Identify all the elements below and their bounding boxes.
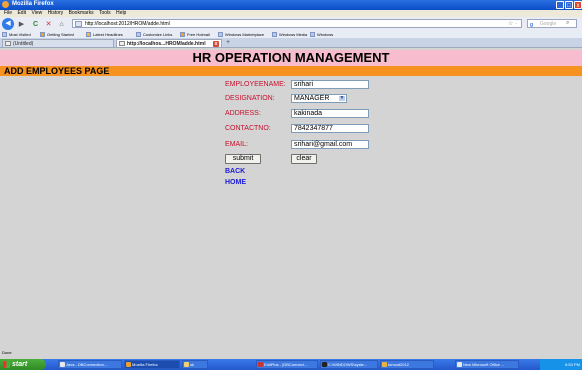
status-text: Done xyxy=(2,350,12,355)
bookmark-star-icon[interactable]: ☆ · xyxy=(508,20,517,27)
bookmark-item[interactable]: Getting Started xyxy=(40,31,74,38)
windows-logo-icon xyxy=(3,361,10,368)
submit-button[interactable]: submit xyxy=(225,154,261,164)
tab-adde-page[interactable]: http://localhos...HROM/adde.html x xyxy=(116,39,222,47)
clear-button[interactable]: clear xyxy=(291,154,317,164)
forward-arrow-icon[interactable]: ▶ xyxy=(17,20,26,29)
back-arrow-icon[interactable]: ◀ xyxy=(2,18,14,30)
menu-history[interactable]: History xyxy=(48,10,64,17)
menu-edit[interactable]: Edit xyxy=(17,10,26,17)
page-icon xyxy=(136,32,141,37)
menu-bar: File Edit View History Bookmarks Tools H… xyxy=(0,10,582,17)
reload-icon[interactable]: C xyxy=(31,20,40,29)
menu-help[interactable]: Help xyxy=(116,10,126,17)
office-icon xyxy=(457,362,462,367)
taskbar-item[interactable]: sk xyxy=(182,360,208,369)
page-icon xyxy=(310,32,315,37)
menu-bookmarks[interactable]: Bookmarks xyxy=(69,10,94,17)
navigation-toolbar: ◀ ▶ C ✕ ⌂ http://localhost:2012/HROM/add… xyxy=(0,17,582,32)
console-icon xyxy=(322,362,327,367)
address-label: ADDRESS: xyxy=(225,110,261,117)
contactno-field[interactable]: 7842347877 xyxy=(291,124,369,133)
hotmail-icon xyxy=(180,32,185,37)
back-link[interactable]: BACK xyxy=(225,168,245,175)
address-field[interactable]: kakinada xyxy=(291,109,369,118)
url-bar[interactable]: http://localhost:2012/HROM/adde.html xyxy=(72,19,522,28)
designation-label: DESIGNATION: xyxy=(225,95,275,102)
menu-view[interactable]: View xyxy=(31,10,42,17)
bookmarks-toolbar: Most Visited Getting Started Latest Head… xyxy=(0,31,582,38)
firefox-icon xyxy=(126,362,131,367)
bookmark-item[interactable]: Most Visited xyxy=(2,31,31,38)
menu-file[interactable]: File xyxy=(4,10,12,17)
page-icon xyxy=(5,41,11,46)
bookmark-item[interactable]: Windows Media xyxy=(272,31,307,38)
tomcat-icon xyxy=(382,362,387,367)
bookmark-item[interactable]: Customize Links xyxy=(136,31,172,38)
designation-select[interactable]: MANAGER ▼ xyxy=(291,94,347,103)
bookmark-icon xyxy=(2,32,7,37)
app-icon xyxy=(60,362,65,367)
page-subtitle: ADD EMPLOYEES PAGE xyxy=(0,66,582,76)
menu-tools[interactable]: Tools xyxy=(99,10,111,17)
page-favicon-icon xyxy=(75,21,82,27)
rss-icon xyxy=(86,32,91,37)
search-input[interactable]: g Google xyxy=(527,19,577,28)
editplus-icon xyxy=(258,362,263,367)
new-tab-button[interactable]: + xyxy=(226,39,230,46)
window-title: Mozilla Firefox xyxy=(12,1,54,7)
firefox-icon xyxy=(40,32,45,37)
home-link[interactable]: HOME xyxy=(225,179,246,186)
start-button[interactable]: start xyxy=(0,359,46,370)
search-placeholder: Google xyxy=(540,21,557,27)
contactno-label: CONTACTNO: xyxy=(225,125,271,132)
maximize-button[interactable]: □ xyxy=(565,1,573,9)
home-icon[interactable]: ⌂ xyxy=(57,20,66,29)
close-tab-icon[interactable]: x xyxy=(213,41,219,47)
firefox-icon xyxy=(2,1,9,8)
window-titlebar[interactable]: Mozilla Firefox _ □ x xyxy=(0,0,582,10)
taskbar-item[interactable]: C:\WINDOWS\syste... xyxy=(320,360,378,369)
system-tray: 6:53 PM xyxy=(540,359,582,370)
folder-icon xyxy=(184,362,189,367)
page-title: HR OPERATION MANAGEMENT xyxy=(0,50,582,66)
bookmark-item[interactable]: Windows xyxy=(310,31,333,38)
google-logo-icon: g xyxy=(530,22,534,28)
taskbar-item[interactable]: New Microsoft Office ... xyxy=(455,360,519,369)
bookmark-item[interactable]: Latest Headlines xyxy=(86,31,123,38)
taskbar-item[interactable]: Java - DBConnection... xyxy=(58,360,122,369)
page-content: HR OPERATION MANAGEMENT ADD EMPLOYEES PA… xyxy=(0,48,582,360)
page-icon xyxy=(272,32,277,37)
taskbar-item[interactable]: Mozilla Firefox xyxy=(124,360,180,369)
search-icon[interactable]: ⌕ xyxy=(566,20,569,27)
stop-icon[interactable]: ✕ xyxy=(44,20,53,29)
url-text: http://localhost:2012/HROM/adde.html xyxy=(85,21,170,27)
taskbar-item[interactable]: tomcat2012 xyxy=(380,360,434,369)
chevron-down-icon: ▼ xyxy=(339,95,345,101)
email-field[interactable]: srihari@gmail.com xyxy=(291,140,369,149)
bookmark-item[interactable]: Free Hotmail xyxy=(180,31,210,38)
taskbar-item[interactable]: EditPlus - [DBConnect... xyxy=(256,360,318,369)
close-button[interactable]: x xyxy=(574,1,582,9)
tab-strip: (Untitled) http://localhos...HROM/adde.h… xyxy=(0,38,582,48)
minimize-button[interactable]: _ xyxy=(556,1,564,9)
windows-taskbar: start Java - DBConnection... Mozilla Fir… xyxy=(0,359,582,370)
tab-untitled[interactable]: (Untitled) xyxy=(2,39,114,47)
bookmark-item[interactable]: Windows Marketplace xyxy=(218,31,264,38)
clock[interactable]: 6:53 PM xyxy=(565,362,580,367)
email-label: EMAIL: xyxy=(225,141,248,148)
page-icon xyxy=(119,41,125,46)
employeename-field[interactable]: srihari xyxy=(291,80,369,89)
page-icon xyxy=(218,32,223,37)
employeename-label: EMPLOYEENAME: xyxy=(225,81,286,88)
